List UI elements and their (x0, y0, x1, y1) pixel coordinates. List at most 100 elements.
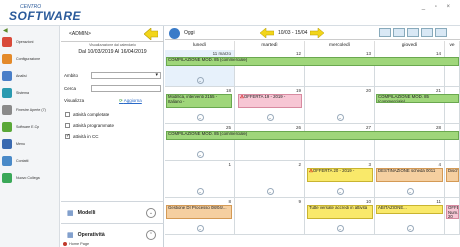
date-range: 10/03 - 15/04 (278, 30, 308, 36)
aggiorna-link[interactable]: ⟳ Aggiorna (119, 98, 142, 104)
ambito-select[interactable]: ▾ (91, 71, 161, 79)
more-icon[interactable]: ⌄ (266, 188, 274, 195)
calendar-toolbar: Oggi 10/03 - 15/04 (165, 26, 460, 40)
day-cell[interactable] (445, 50, 460, 87)
check-completate[interactable]: attività completate (65, 112, 109, 117)
sidebar: ◀ Operazioni Configurazione Analisi Sist… (0, 26, 60, 247)
cerca-row: Cerca (64, 84, 164, 92)
day-header-wed: mercoledì (305, 41, 375, 50)
home-icon (63, 242, 67, 246)
day-cell[interactable]: 1 ⌄ (165, 161, 235, 198)
view-switcher (379, 28, 449, 37)
day-cell[interactable]: 14 (375, 50, 445, 87)
sidebar-item-nuovo-collega[interactable]: Nuovo Collega (2, 171, 60, 185)
period-range: Dal 10/03/2019 Al 16/04/2019 (78, 49, 147, 55)
window-controls[interactable]: _ ▫ × (422, 4, 454, 10)
event-versate[interactable]: Tutte versate accredi in attività (307, 205, 373, 219)
sidebar-item-finestre[interactable]: Finestre Aperte (7) (2, 103, 60, 117)
event-modifica[interactable]: Modifica, interventi 2155 - Italiano - (166, 94, 232, 108)
day-cell[interactable]: 25 ⌄ (165, 124, 235, 161)
software-icon (2, 122, 12, 132)
view-month-icon[interactable] (421, 28, 433, 37)
search-icon[interactable] (169, 28, 180, 39)
view-day-icon[interactable] (379, 28, 391, 37)
cerca-label: Cerca (64, 85, 77, 91)
sidebar-item-operazioni[interactable]: Operazioni (2, 35, 60, 49)
more-icon[interactable]: ⌄ (406, 225, 414, 232)
day-cell[interactable]: 28 (375, 124, 445, 161)
more-icon[interactable]: ⌄ (196, 114, 204, 121)
modelli-icon: ▦ (67, 209, 74, 217)
period-label: Visualizzazione dal calendario (89, 43, 136, 47)
collapse-arrow-icon[interactable] (144, 28, 158, 40)
title-bar: CENTRO SOFTWARE _ ▫ × (0, 0, 460, 26)
day-header-mon: lunedì (165, 41, 235, 50)
view-list-icon[interactable] (435, 28, 447, 37)
visualizza-label: Visualizza (64, 98, 85, 103)
prev-arrow-icon[interactable] (260, 28, 274, 38)
operazioni-icon (2, 37, 12, 47)
day-cell[interactable]: 9 (235, 198, 305, 235)
more-icon[interactable]: ⌄ (406, 188, 414, 195)
more-icon[interactable]: ⌄ (196, 77, 204, 84)
checkbox[interactable] (65, 112, 70, 117)
calendar: Oggi 10/03 - 15/04 lunedì martedì mercol… (165, 26, 460, 247)
sidebar-item-contatti[interactable]: Contatti (2, 154, 60, 168)
event-compilazione[interactable]: COMPILAZIONE MOD. 85 (commerciale) (166, 57, 459, 66)
event-compilazione[interactable]: COMPILAZIONE MOD. 85 (commerciale) (376, 94, 459, 103)
brand-name: SOFTWARE (9, 9, 81, 23)
analisi-icon (2, 71, 12, 81)
event-offerta[interactable]: OFFERTA Num. 20 (446, 205, 459, 219)
day-cell[interactable] (445, 87, 460, 124)
day-cell[interactable]: 20 ⌄ (305, 87, 375, 124)
filter-panel: <ADMIN> Visualizzazione dal calendario D… (61, 26, 164, 247)
day-cell[interactable] (445, 124, 460, 161)
event-abitazione[interactable]: ABITAZIONE... (376, 205, 443, 214)
event-offerta[interactable]: ⚠ OFFERTA 19 - 2019 - (238, 94, 302, 108)
check-programmate[interactable]: attività programmate (65, 123, 114, 128)
more-icon[interactable]: ⌄ (336, 188, 344, 195)
sidebar-item-software[interactable]: Software E.Cp (2, 120, 60, 134)
day-cell[interactable]: 11 ⌄ (375, 198, 445, 235)
sidebar-item-sistema[interactable]: Sistema (2, 86, 60, 100)
operativita-icon: ▦ (67, 231, 74, 239)
more-icon[interactable]: ⌄ (196, 151, 204, 158)
collapse-icon[interactable]: ⌃ (146, 229, 156, 240)
more-icon[interactable]: ⌄ (196, 225, 204, 232)
event-offerta[interactable]: ⚠ OFFERTA 20 - 2019 - (307, 168, 373, 182)
today-button[interactable]: Oggi (184, 30, 195, 36)
day-cell[interactable]: 12 (235, 50, 305, 87)
more-icon[interactable]: ⌄ (336, 114, 344, 121)
check-cc[interactable]: attività in CC (65, 133, 99, 139)
sidebar-item-analisi[interactable]: Analisi (2, 69, 60, 83)
day-header-thu: giovedì (375, 41, 445, 50)
day-cell[interactable]: 27 (305, 124, 375, 161)
day-cell[interactable]: 2 ⌄ (235, 161, 305, 198)
next-arrow-icon[interactable] (310, 28, 324, 38)
day-cell[interactable]: 26 (235, 124, 305, 161)
more-icon[interactable]: ⌄ (196, 188, 204, 195)
sidebar-item-menu[interactable]: Menu (2, 137, 60, 151)
view-workweek-icon[interactable] (407, 28, 419, 37)
more-icon[interactable]: ⌄ (266, 114, 274, 121)
sidebar-item-configurazione[interactable]: Configurazione (2, 52, 60, 66)
configurazione-icon (2, 54, 12, 64)
day-cell[interactable]: 21 (375, 87, 445, 124)
event-dischr[interactable]: Dischr (446, 168, 459, 182)
event-gestione[interactable]: Gestione DI Processo 08/04/... (166, 205, 232, 219)
modelli-section[interactable]: ▦ Modelli ⌄ (61, 201, 164, 223)
view-week-icon[interactable] (393, 28, 405, 37)
user-name: <ADMIN> (69, 30, 91, 37)
expand-icon[interactable]: ⌄ (146, 207, 156, 218)
day-cell[interactable]: 13 (305, 50, 375, 87)
event-compilazione[interactable]: COMPILAZIONE MOD. 85 (commerciale) (166, 131, 459, 140)
checkbox[interactable] (65, 133, 70, 139)
contatti-icon (2, 156, 12, 166)
back-arrow-icon[interactable]: ◀ (3, 27, 8, 34)
event-destinazione[interactable]: DESTINAZIONE scheda 0011 (376, 168, 443, 182)
checkbox[interactable] (65, 123, 70, 128)
day-cell[interactable]: 11 marzo ⌄ (165, 50, 235, 87)
home-page-link[interactable]: Home Page (63, 242, 89, 246)
search-input[interactable] (91, 84, 161, 92)
more-icon[interactable]: ⌄ (336, 225, 344, 232)
